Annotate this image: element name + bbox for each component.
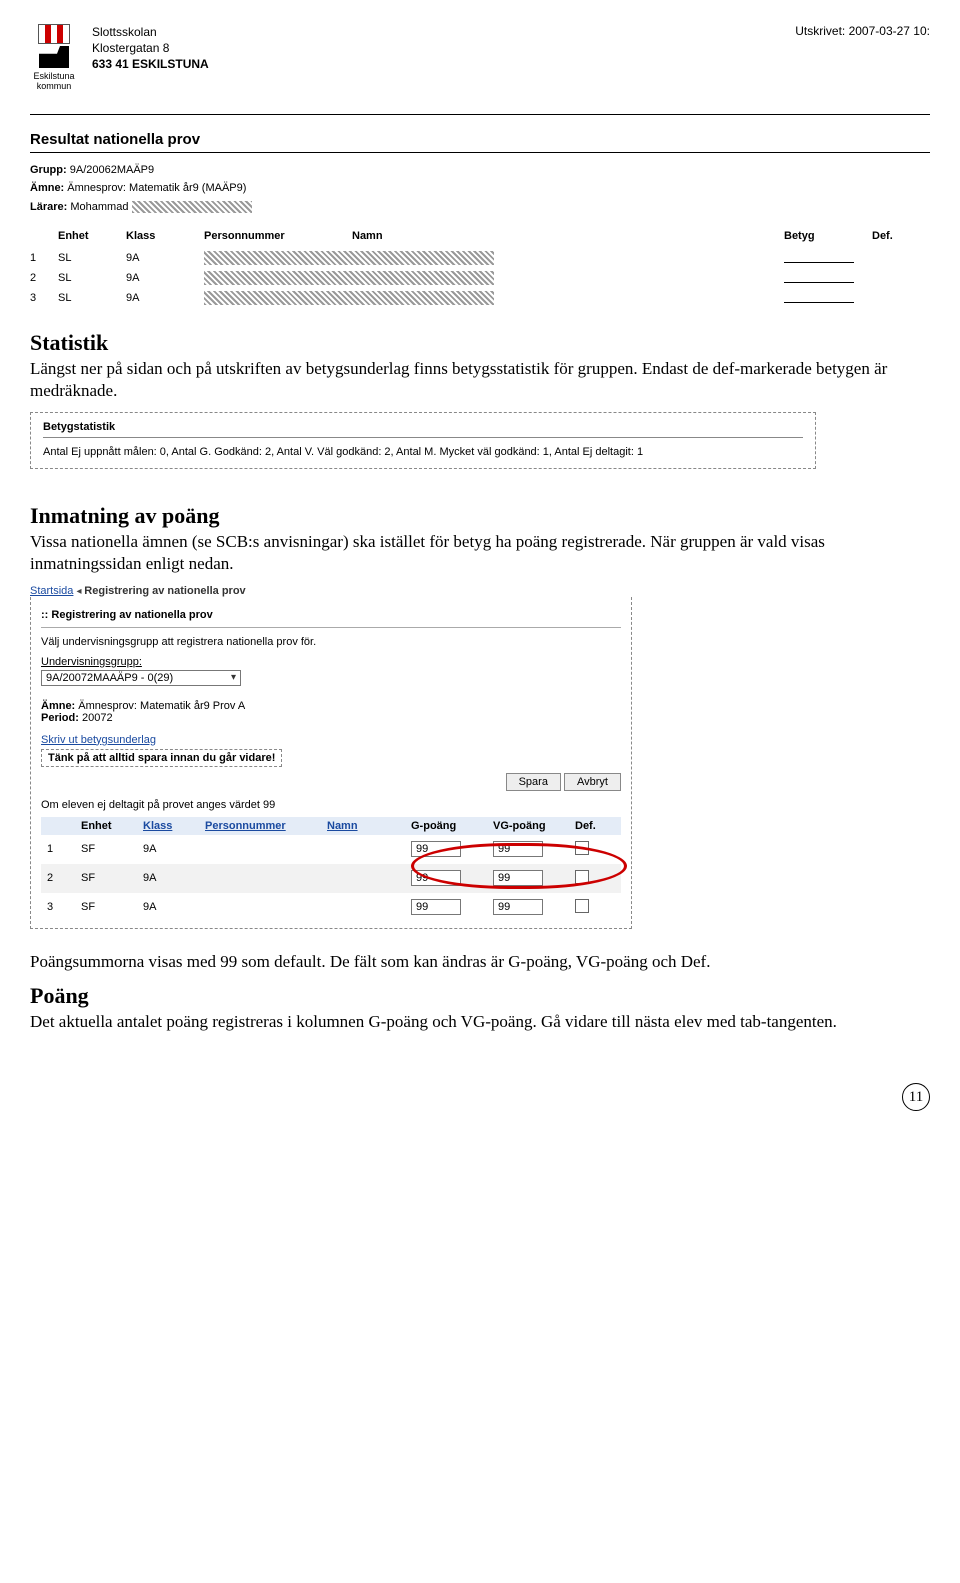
sort-klass-link[interactable]: Klass — [143, 820, 172, 832]
section-body: Vissa nationella ämnen (se SCB:s anvisni… — [30, 531, 930, 575]
table-row: 1 SF 9A 99 99 — [41, 835, 621, 864]
breadcrumb: Startsida ◂ Registrering av nationella p… — [30, 585, 930, 597]
g-points-input[interactable]: 99 — [411, 870, 461, 886]
sort-name-link[interactable]: Namn — [327, 820, 358, 832]
cancel-button[interactable]: Avbryt — [564, 773, 621, 791]
page-number: 11 — [902, 1083, 930, 1111]
stats-box: Betygstatistik Antal Ej uppnått målen: 0… — [30, 412, 816, 469]
save-warning: Tänk på att alltid spara innan du går vi… — [41, 749, 282, 767]
section-body: Längst ner på sidan och på utskriften av… — [30, 358, 930, 402]
table-row: 2 SF 9A 99 99 — [41, 864, 621, 893]
section-heading-inmatning: Inmatning av poäng — [30, 503, 930, 529]
table-row: 2 SL 9A — [30, 268, 930, 288]
g-points-input[interactable]: 99 — [411, 899, 461, 915]
school-name: Slottsskolan — [92, 24, 209, 40]
def-checkbox[interactable] — [575, 899, 589, 913]
school-street: Klostergatan 8 — [92, 40, 209, 56]
table-row: 3 SF 9A 99 99 — [41, 893, 621, 922]
vg-points-input[interactable]: 99 — [493, 870, 543, 886]
section-heading-statistik: Statistik — [30, 330, 930, 356]
ug-label: Undervisningsgrupp: — [41, 656, 621, 668]
school-postal: 633 41 ESKILSTUNA — [92, 56, 209, 72]
report-title: Resultat nationella prov — [30, 131, 930, 148]
results-table: Enhet Klass Personnummer Namn Betyg Def.… — [30, 227, 930, 308]
panel-title: :: Registrering av nationella prov — [41, 609, 621, 621]
save-button[interactable]: Spara — [506, 773, 561, 791]
def-checkbox[interactable] — [575, 841, 589, 855]
table-row: 1 SL 9A — [30, 248, 930, 268]
municipality-logo: Eskilstuna kommun — [30, 24, 78, 92]
section-heading-poang: Poäng — [30, 983, 930, 1009]
undervisningsgrupp-select[interactable]: 9A/20072MAAÄP9 - 0(29) — [41, 670, 241, 686]
note-99: Om eleven ej deltagit på provet anges vä… — [41, 799, 621, 811]
def-checkbox[interactable] — [575, 870, 589, 884]
panel-instruction: Välj undervisningsgrupp att registrera n… — [41, 636, 621, 648]
sort-pn-link[interactable]: Personnummer — [205, 820, 286, 832]
breadcrumb-start-link[interactable]: Startsida — [30, 585, 73, 597]
points-table: Enhet Klass Personnummer Namn G-poäng VG… — [41, 817, 621, 922]
registration-panel: :: Registrering av nationella prov Välj … — [30, 597, 632, 929]
g-points-input[interactable]: 99 — [411, 841, 461, 857]
table-row: 3 SL 9A — [30, 288, 930, 308]
report-meta: Grupp: 9A/20062MAÄP9 Ämne: Ämnesprov: Ma… — [30, 161, 930, 217]
vg-points-input[interactable]: 99 — [493, 899, 543, 915]
section-body: Det aktuella antalet poäng registreras i… — [30, 1011, 930, 1033]
section-body: Poängsummorna visas med 99 som default. … — [30, 951, 930, 973]
vg-points-input[interactable]: 99 — [493, 841, 543, 857]
print-grades-link[interactable]: Skriv ut betygsunderlag — [41, 734, 156, 746]
